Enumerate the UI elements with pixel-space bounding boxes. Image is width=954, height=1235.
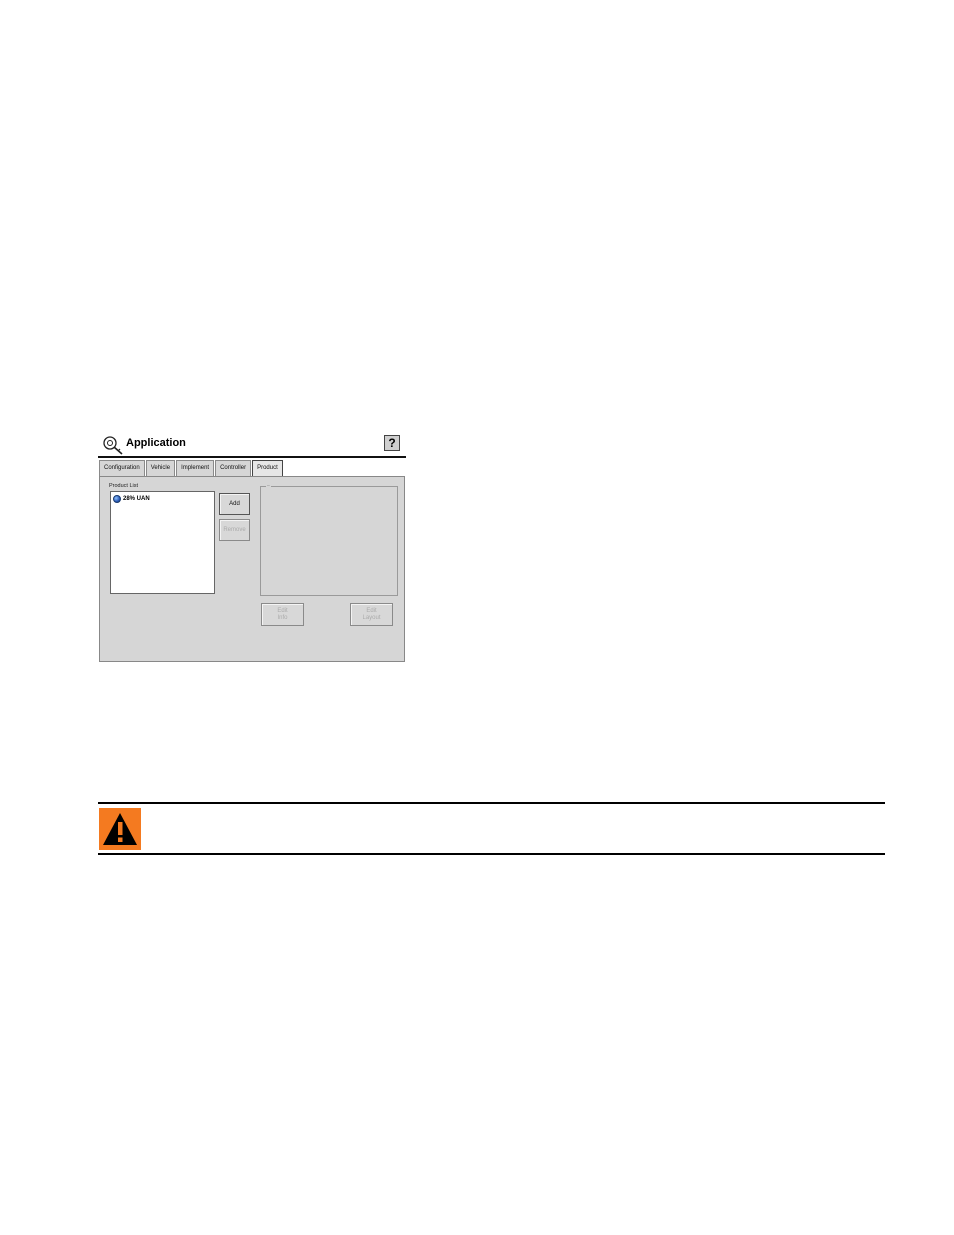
product-list[interactable]: 28% UAN (110, 491, 215, 594)
title-bar: Application ? (98, 433, 406, 458)
product-details-box: – (260, 483, 398, 596)
add-button[interactable]: Add (219, 493, 250, 515)
application-icon (103, 436, 123, 455)
edit-info-line1: Edit (277, 607, 288, 614)
remove-button[interactable]: Remove (219, 519, 250, 541)
edit-layout-line2: Layout (362, 614, 381, 621)
application-window: Application ? Configuration Vehicle Impl… (98, 433, 406, 662)
edit-layout-button[interactable]: Edit Layout (350, 603, 393, 626)
warning-triangle-icon (103, 813, 137, 845)
warning-icon (99, 808, 141, 850)
list-item-label: 28% UAN (123, 496, 150, 502)
tab-vehicle[interactable]: Vehicle (145, 460, 176, 476)
tab-implement[interactable]: Implement (176, 460, 215, 476)
help-button[interactable]: ? (384, 435, 400, 451)
window-title: Application (126, 437, 186, 449)
tab-strip: Configuration Vehicle Implement Controll… (99, 460, 284, 477)
warning-rule-bottom (98, 853, 885, 855)
list-item[interactable]: 28% UAN (113, 495, 150, 503)
edit-info-button[interactable]: Edit Info (261, 603, 304, 626)
details-caption: – (266, 483, 271, 489)
edit-info-line2: Info (277, 614, 288, 621)
tab-product[interactable]: Product (252, 460, 283, 477)
warning-rule-top (98, 802, 885, 804)
tab-controller[interactable]: Controller (215, 460, 252, 476)
globe-icon (113, 495, 121, 503)
product-list-label: Product List (109, 483, 139, 489)
tab-configuration[interactable]: Configuration (99, 460, 145, 476)
product-panel: Product List 28% UAN Add Remove – Edit I… (99, 476, 405, 662)
edit-layout-line1: Edit (366, 607, 377, 614)
